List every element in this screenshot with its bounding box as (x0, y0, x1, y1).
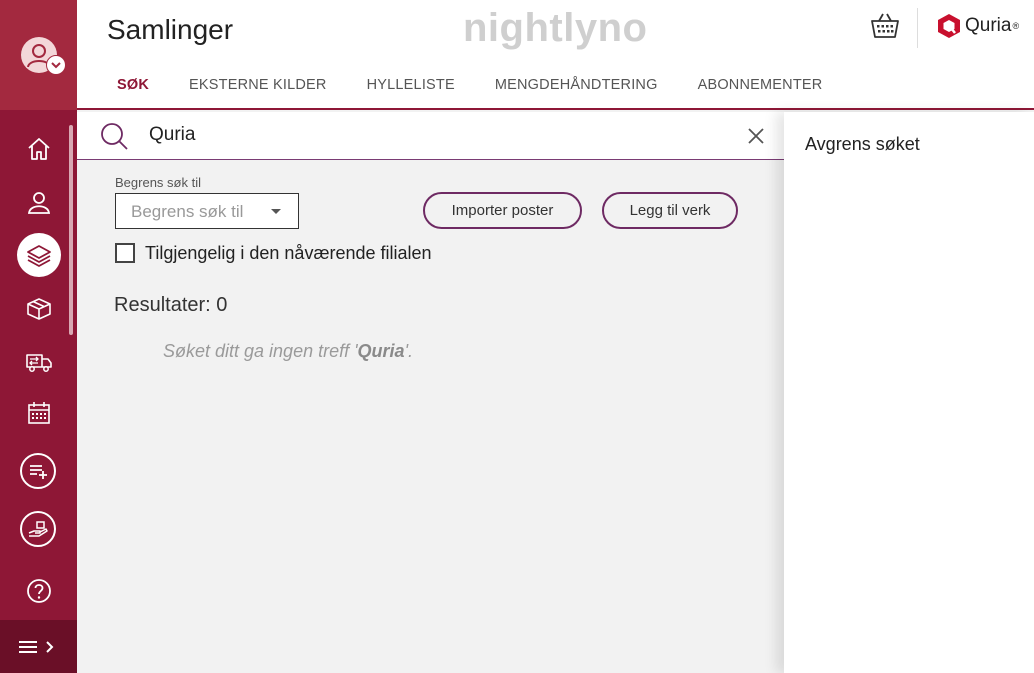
brand-logo: Quria ® (937, 13, 1019, 39)
search-input[interactable] (149, 122, 709, 148)
hand-package-icon[interactable] (20, 511, 56, 547)
expand-menu-button[interactable] (0, 620, 77, 673)
menu-expand-icon (18, 640, 53, 653)
brand-name: Quria (965, 15, 1012, 36)
tab-sok[interactable]: SØK (117, 77, 149, 93)
search-icon[interactable] (99, 121, 129, 156)
delivery-truck-icon[interactable] (20, 343, 58, 381)
no-results-message: Søket ditt ga ingen treff 'Quria'. (163, 341, 413, 362)
limit-search-placeholder: Begrens søk til (131, 202, 244, 221)
help-icon[interactable] (20, 572, 58, 610)
app-header: Samlinger nightlyno Quria ® SØK EKSTERNE … (77, 0, 1034, 110)
calendar-icon[interactable] (20, 394, 58, 432)
brand-mark: ® (1012, 21, 1020, 31)
available-branch-label[interactable]: Tilgjengelig i den nåværende filialen (145, 243, 432, 264)
tab-bar: SØK EKSTERNE KILDER HYLLELISTE MENGDEHÅN… (117, 77, 862, 93)
profile-menu-chevron-icon[interactable] (46, 55, 66, 75)
box-icon[interactable] (20, 290, 58, 328)
sidebar-scrollbar[interactable] (69, 125, 73, 335)
header-divider (917, 8, 918, 48)
results-count: Resultater: 0 (114, 294, 228, 316)
layers-icon[interactable] (17, 233, 61, 277)
page-title: Samlinger (107, 14, 234, 45)
no-results-prefix: Søket ditt ga ingen treff ' (163, 341, 358, 361)
tab-abonnementer[interactable]: ABONNEMENTER (698, 77, 823, 93)
home-icon[interactable] (20, 130, 58, 168)
tab-mengdehandtering[interactable]: MENGDEHÅNDTERING (495, 77, 658, 93)
add-work-button[interactable]: Legg til verk (602, 192, 738, 229)
quria-logo-icon (938, 14, 960, 38)
tab-eksterne-kilder[interactable]: EKSTERNE KILDER (189, 77, 327, 93)
refine-search-title: Avgrens søket (805, 134, 920, 154)
add-list-icon[interactable] (20, 453, 56, 489)
sidebar-profile-area (0, 0, 77, 110)
refine-search-panel: Avgrens søket (784, 112, 1034, 673)
sidebar (0, 0, 77, 673)
user-icon[interactable] (20, 183, 58, 221)
limit-search-dropdown[interactable]: Begrens søk til (115, 193, 299, 229)
basket-icon[interactable] (870, 12, 900, 45)
filter-label: Begrens søk til (115, 175, 201, 190)
environment-name: nightlyno (463, 6, 648, 50)
clear-search-icon[interactable] (747, 127, 765, 150)
available-branch-checkbox[interactable] (115, 243, 135, 263)
caret-down-icon (271, 209, 281, 214)
search-bar (77, 112, 784, 160)
tab-hylleliste[interactable]: HYLLELISTE (367, 77, 455, 93)
no-results-suffix: '. (404, 341, 413, 361)
no-results-term: Quria (357, 341, 405, 361)
import-records-button[interactable]: Importer poster (423, 192, 582, 229)
